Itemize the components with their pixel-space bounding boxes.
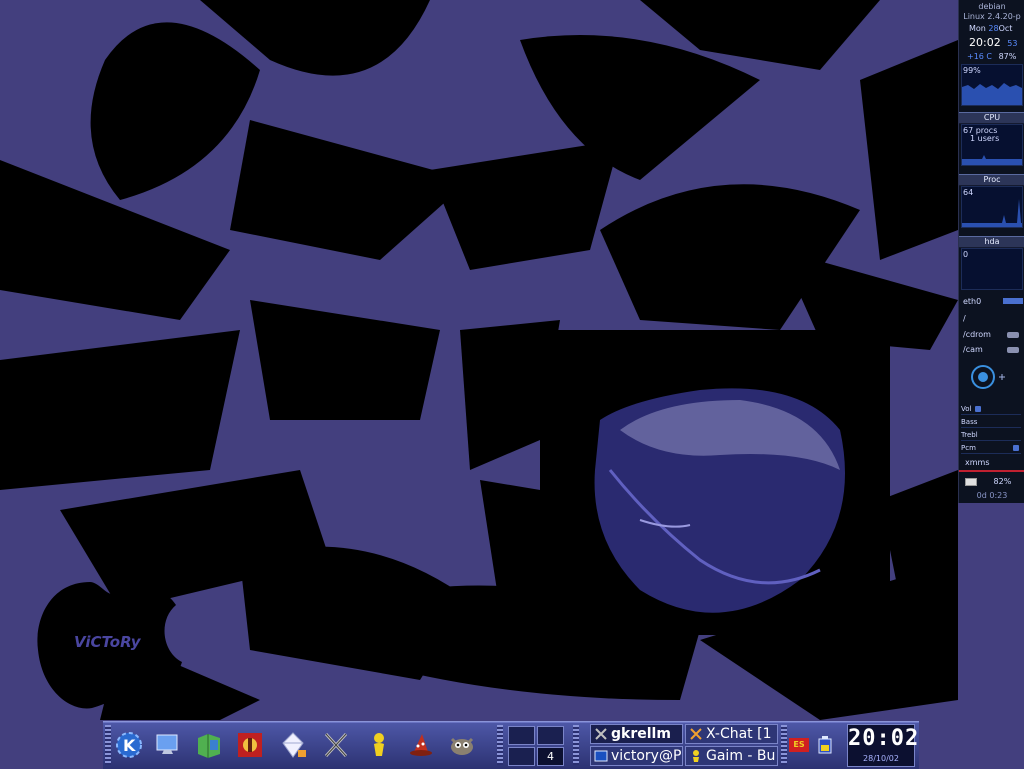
date-number: 28 [988, 24, 999, 33]
svg-text:K: K [123, 736, 136, 755]
mixer-label: Vol [961, 405, 972, 413]
clock-seconds: 53 [1007, 39, 1018, 48]
taskbar: gkrellm X-Chat [1 victory@P Gaim - Bu [590, 724, 780, 767]
panel-handle[interactable] [497, 725, 503, 765]
slider-knob-icon[interactable] [975, 406, 981, 412]
cpu-header: CPU [959, 112, 1024, 124]
desktop-pager[interactable]: 4 [506, 724, 566, 767]
hda-value: 0 [963, 250, 969, 259]
temperature-value: +16 C [967, 52, 993, 61]
desktop-wallpaper [0, 0, 1024, 768]
clock-date: 28/10/02 [863, 754, 899, 763]
cpu-load-graph: 99% [961, 64, 1023, 106]
mixer-label: Trebl [961, 431, 978, 439]
kde-panel: K 4 gkrellm X-Chat [1 victory@P Gaim - B… [103, 721, 919, 769]
hostname-label: debian [978, 2, 1006, 11]
mixer-slider-trebl[interactable]: Trebl [961, 430, 1021, 441]
x-icon [595, 728, 607, 740]
task-title: X-Chat [1 [706, 726, 772, 742]
net-label: eth0 [963, 297, 982, 306]
pager-desktop-4[interactable]: 4 [537, 747, 564, 766]
humidity-value: 87% [998, 52, 1017, 61]
battery-panel: 82% [965, 477, 1024, 486]
mixer-label: Bass [961, 418, 978, 426]
task-button-xchat[interactable]: X-Chat [1 [685, 724, 778, 744]
gimp-icon[interactable] [444, 727, 480, 763]
xmms-label: xmms [965, 458, 990, 467]
fs-root[interactable]: / [963, 314, 1024, 323]
task-title: gkrellm [611, 726, 671, 742]
mount-button-icon[interactable] [1007, 347, 1019, 353]
task-title: Gaim - Bu [706, 748, 776, 764]
battery-value: 82% [993, 477, 1012, 486]
fs-root-label: / [963, 314, 966, 323]
mixer-slider-bass[interactable]: Bass [961, 417, 1021, 428]
procs-graph: 67 procs 1 users [961, 124, 1023, 166]
hda-header: hda [959, 236, 1024, 248]
desktop-logo-text: ViCToRy [74, 633, 141, 651]
net-led-icon [1003, 298, 1023, 304]
battery-tray-icon[interactable] [817, 736, 833, 754]
mixer-slider-pcm[interactable]: Pcm [961, 443, 1021, 454]
xchat-icon [690, 728, 702, 740]
kde-menu-icon[interactable]: K [111, 727, 147, 763]
mixer-slider-vol[interactable]: Vol [961, 404, 1021, 415]
task-button-gaim[interactable]: Gaim - Bu [685, 746, 778, 766]
date-display: Mon 28Oct [969, 24, 1024, 33]
aim-person-icon [693, 750, 699, 762]
task-button-gkrellm[interactable]: gkrellm [590, 724, 683, 744]
fs-cam-label: /cam [963, 345, 983, 354]
proc-graph: 64 [961, 186, 1023, 228]
panel-clock[interactable]: 20:02 28/10/02 [847, 724, 920, 767]
monitor-icon[interactable] [150, 727, 186, 763]
clock-time: 20:02 [848, 726, 920, 751]
clock-time: 20:02 [969, 36, 1001, 49]
kernel-label: Linux 2.4.20-p [963, 12, 1021, 21]
date-month: Oct [998, 24, 1013, 33]
uptime-value: 0d 0:23 [976, 491, 1008, 500]
terminal-icon [594, 750, 608, 762]
gkrellm-monitor[interactable]: debian Linux 2.4.20-p Mon 28Oct 20:02 53… [958, 0, 1024, 503]
connection-icon[interactable] [959, 362, 1024, 392]
keyboard-layout-flag[interactable]: ES [789, 738, 809, 752]
net-eth0[interactable]: eth0 [963, 297, 1024, 306]
date-day: Mon [969, 24, 986, 33]
x-icon[interactable] [318, 727, 354, 763]
proc-header: Proc [959, 174, 1024, 186]
system-tray: ES [787, 728, 839, 762]
task-title: victory@P [611, 748, 682, 764]
aim-person-icon[interactable] [361, 727, 397, 763]
hda-graph: 0 [961, 248, 1023, 290]
pager-desktop-1[interactable] [508, 726, 535, 745]
task-button-terminal[interactable]: victory@P [590, 746, 683, 766]
xmms-progress-bar [959, 470, 1024, 472]
xmms-panel[interactable]: xmms [965, 458, 1024, 467]
mount-button-icon[interactable] [1007, 332, 1019, 338]
fs-cdrom-label: /cdrom [963, 330, 991, 339]
clock-display: 20:02 53 [969, 36, 1024, 49]
pager-desktop-3[interactable] [508, 747, 535, 766]
settings-icon[interactable] [232, 727, 268, 763]
panel-handle[interactable] [573, 725, 579, 765]
sensor-display: +16 C 87% [967, 52, 1024, 61]
fs-cam[interactable]: /cam [963, 345, 1024, 354]
mixer-label: Pcm [961, 444, 976, 452]
file-manager-icon[interactable] [191, 727, 227, 763]
fs-cdrom[interactable]: /cdrom [963, 330, 1024, 339]
wizard-hat-icon[interactable] [403, 727, 439, 763]
battery-icon [965, 477, 977, 486]
pager-desktop-2[interactable] [537, 726, 564, 745]
crystal-icon[interactable] [275, 727, 311, 763]
slider-knob-icon[interactable] [1013, 445, 1019, 451]
